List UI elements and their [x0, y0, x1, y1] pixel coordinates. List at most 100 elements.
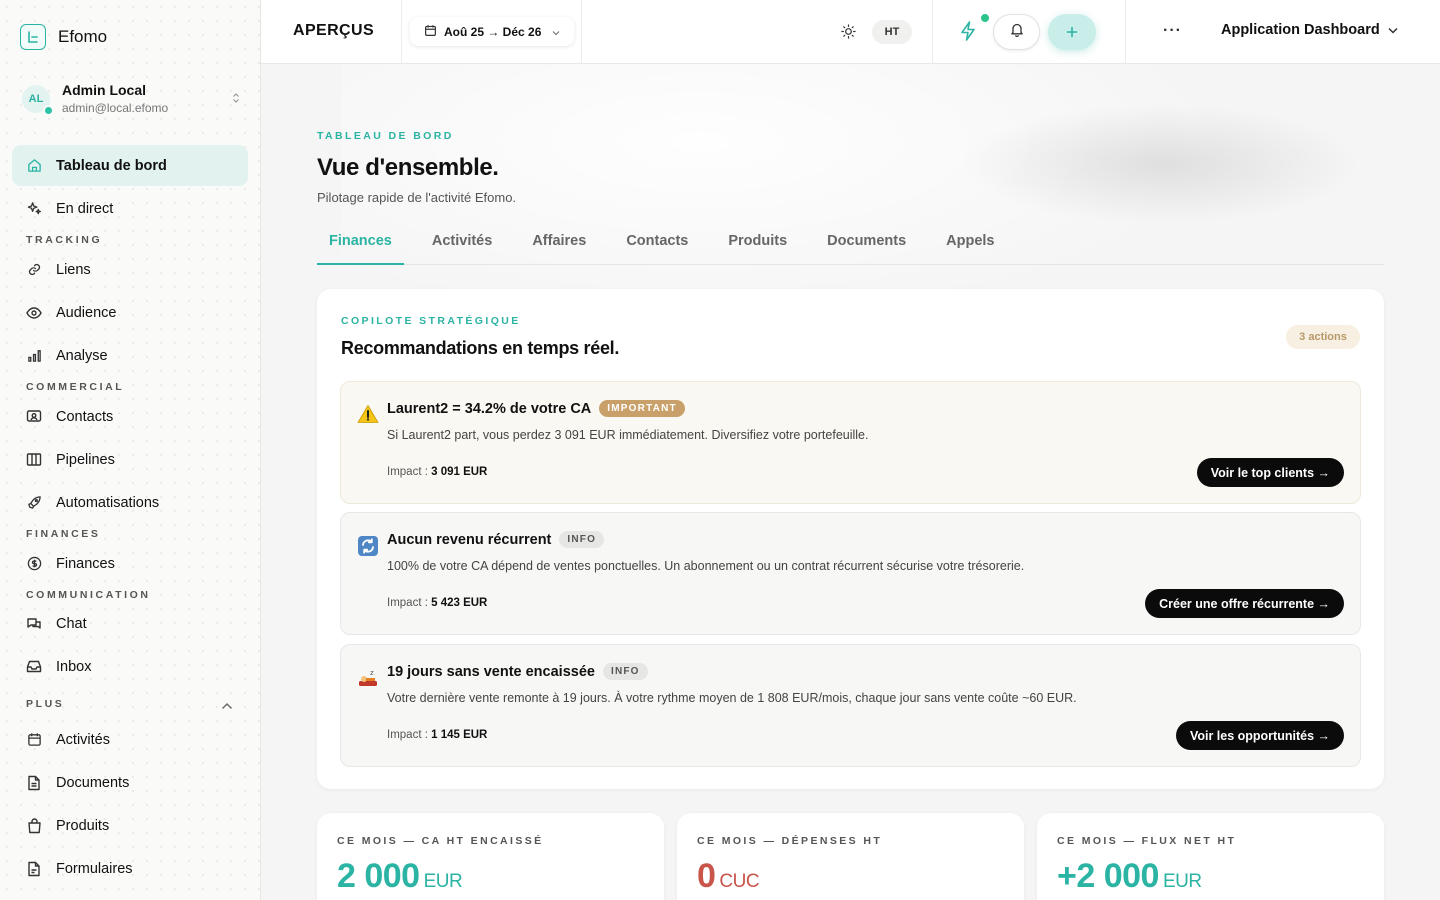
warning-icon [357, 404, 379, 426]
priority-tag: INFO [602, 663, 648, 680]
chevron-down-icon [1388, 22, 1398, 38]
sidebar-item-label: Automatisations [56, 494, 160, 511]
sidebar-item-documents[interactable]: Documents [12, 762, 248, 803]
brand-logo-icon [20, 24, 46, 50]
recommendation-description: Votre dernière vente remonte à 19 jours.… [387, 691, 1077, 705]
sidebar-item-label: En direct [56, 200, 114, 217]
sidebar-item-label: Produits [56, 817, 110, 834]
shopping-bag-icon [26, 817, 42, 834]
date-range-label: Aoû 25 → Déc 26 [444, 24, 542, 39]
view-top-clients-button[interactable]: Voir le top clients → [1196, 458, 1344, 487]
sidebar-item-inbox[interactable]: Inbox [12, 646, 248, 687]
date-range-picker[interactable]: Aoû 25 → Déc 26 [410, 17, 575, 46]
tabs: Finances Activités Affaires Contacts Pro… [317, 227, 1384, 265]
actions-count-badge: 3 actions [1286, 325, 1360, 349]
main-content: TABLEAU DE BORD Vue d'ensemble. Pilotage… [261, 64, 1440, 900]
sidebar-item-label: Inbox [56, 658, 92, 675]
tab-calls[interactable]: Appels [934, 227, 1006, 265]
sidebar-item-activities[interactable]: Activités [12, 719, 248, 760]
sidebar-item-live[interactable]: En direct [12, 188, 248, 229]
kpi-number: 2 000 [337, 857, 420, 895]
bar-chart-icon [26, 348, 42, 364]
columns-icon [26, 452, 42, 468]
sidebar-item-chat[interactable]: Chat [12, 603, 248, 644]
sidebar-item-pipelines[interactable]: Pipelines [12, 439, 248, 480]
chat-bubbles-icon [26, 616, 42, 632]
tab-products[interactable]: Produits [716, 227, 799, 265]
brand[interactable]: Efomo [20, 24, 107, 50]
sleep-icon: z [357, 667, 379, 689]
sidebar-item-automations[interactable]: Automatisations [12, 482, 248, 523]
plus-icon [1066, 21, 1078, 44]
impact-value: 3 091 EUR [431, 466, 488, 478]
recommendation-description: Si Laurent2 part, vous perdez 3 091 EUR … [387, 428, 869, 442]
tab-contacts[interactable]: Contacts [614, 227, 700, 265]
nav-section-finances: FINANCES [26, 528, 101, 540]
sidebar-item-dashboard[interactable]: Tableau de bord [12, 145, 248, 186]
create-recurring-offer-button[interactable]: Créer une offre récurrente → [1145, 589, 1344, 618]
status-dot [979, 12, 991, 24]
eye-icon [26, 305, 42, 321]
sidebar-item-contacts[interactable]: Contacts [12, 396, 248, 437]
page-eyebrow: TABLEAU DE BORD [317, 130, 454, 142]
page-subtitle: Pilotage rapide de l'activité Efomo. [317, 190, 517, 205]
recommendation-title: Aucun revenu récurrent [387, 531, 552, 548]
recurring-icon [357, 535, 379, 557]
bell-icon [1010, 22, 1024, 42]
recommendation-description: 100% de votre CA dépend de ventes ponctu… [387, 559, 1025, 573]
recommendation-item: z 19 jours sans vente encaissée INFO Vot… [340, 644, 1361, 767]
tax-mode-toggle[interactable]: HT [872, 20, 912, 44]
tab-finances[interactable]: Finances [317, 227, 404, 265]
impact-label: Impact : [387, 597, 428, 609]
recommendation-title: Laurent2 = 34.2% de votre CA [387, 400, 592, 417]
svg-text:z: z [370, 669, 374, 677]
sun-icon[interactable] [841, 24, 856, 44]
sidebar-item-label: Documents [56, 774, 130, 791]
form-document-icon [26, 861, 42, 877]
user-switcher[interactable]: AL Admin Local admin@local.efomo [22, 82, 240, 116]
sidebar-item-audience[interactable]: Audience [12, 292, 248, 333]
app-selector-dropdown[interactable]: Application Dashboard [1221, 22, 1398, 38]
brand-name: Efomo [58, 27, 108, 46]
lightning-icon[interactable] [959, 20, 977, 47]
page-section-title: APERÇUS [293, 22, 375, 39]
sidebar-item-products[interactable]: Produits [12, 805, 248, 846]
tab-documents[interactable]: Documents [815, 227, 918, 265]
sidebar-item-analytics[interactable]: Analyse [12, 335, 248, 376]
document-icon [26, 775, 42, 791]
sidebar-item-finances[interactable]: Finances [12, 543, 248, 584]
kpi-number: +2 000 [1057, 857, 1159, 895]
sidebar-item-label: Formulaires [56, 860, 133, 877]
avatar-initials: AL [28, 92, 44, 105]
divider [581, 0, 582, 64]
sidebar: Efomo AL Admin Local admin@local.efomo T… [0, 0, 261, 900]
view-opportunities-button[interactable]: Voir les opportunités → [1175, 721, 1344, 750]
background-glow [961, 104, 1361, 224]
sidebar-item-label: Pipelines [56, 451, 115, 468]
kpi-label: CE MOIS — CA HT ENCAISSÉ [337, 835, 544, 847]
notifications-button[interactable] [993, 14, 1040, 50]
chevron-up-icon[interactable] [221, 697, 233, 715]
home-icon [26, 158, 42, 174]
nav-section-communication: COMMUNICATION [26, 589, 151, 601]
sidebar-item-label: Liens [56, 261, 91, 278]
more-options-button[interactable]: ··· [1163, 22, 1182, 40]
sidebar-item-links[interactable]: Liens [12, 249, 248, 290]
sidebar-item-label: Contacts [56, 408, 114, 425]
chevron-up-down-icon[interactable] [232, 92, 240, 105]
sidebar-item-forms[interactable]: Formulaires [12, 848, 248, 889]
copilot-eyebrow: COPILOTE STRATÉGIQUE [341, 315, 521, 327]
sidebar-item-label: Tableau de bord [56, 157, 167, 174]
user-email: admin@local.efomo [62, 101, 169, 115]
add-button[interactable] [1048, 14, 1096, 50]
sparkles-icon [26, 201, 42, 217]
online-status-dot [43, 104, 54, 116]
kpi-label: CE MOIS — DÉPENSES HT [697, 835, 883, 847]
inbox-icon [26, 659, 42, 675]
calendar-icon [26, 732, 42, 748]
tab-activities[interactable]: Activités [420, 227, 504, 265]
copilot-title: Recommandations en temps réel. [341, 338, 620, 358]
kpi-label: CE MOIS — FLUX NET HT [1057, 835, 1237, 847]
link-icon [26, 262, 42, 278]
tab-deals[interactable]: Affaires [520, 227, 598, 265]
